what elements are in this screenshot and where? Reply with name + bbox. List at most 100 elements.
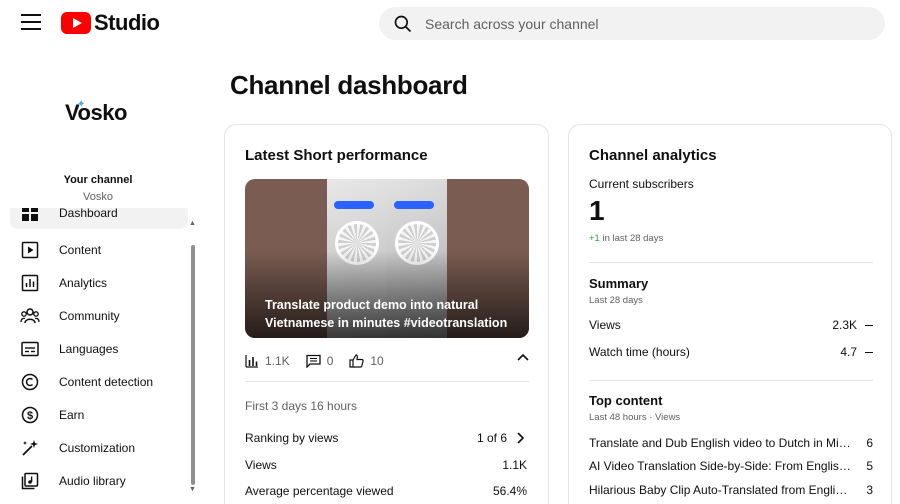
logo-text: Studio: [94, 10, 160, 35]
summary-title: Summary: [589, 276, 649, 291]
likes-stat: 10: [349, 354, 384, 368]
sidebar-item-label: Analytics: [59, 275, 108, 290]
thumbs-up-icon: [349, 354, 365, 368]
content-icon: [20, 240, 40, 260]
subtitles-icon: [20, 339, 40, 359]
views-count: 1.1K: [265, 354, 290, 368]
summary-label: Views: [589, 318, 621, 332]
chevron-right-icon: [517, 432, 525, 444]
sidebar-item-label: Content detection: [59, 374, 154, 389]
scrollbar-thumb[interactable]: [191, 245, 195, 485]
dashboard-icon: [20, 208, 40, 223]
top-content-title: Translate and Dub English video to Dutch…: [589, 436, 853, 450]
your-channel-label: Your channel: [63, 174, 133, 186]
short-stats: 1.1K 0 10: [245, 351, 529, 371]
menu-icon[interactable]: [21, 14, 41, 30]
sidebar-item-label: Languages: [59, 341, 119, 356]
channel-logo: ✦ Vosko: [65, 99, 127, 125]
dollar-icon: $: [20, 405, 40, 425]
subscribers-label: Current subscribers: [589, 177, 694, 191]
search-icon[interactable]: [393, 14, 413, 34]
views-row: Views 1.1K: [245, 458, 527, 472]
sidebar-item-customization[interactable]: Customization: [10, 431, 188, 464]
svg-text:$: $: [27, 410, 33, 422]
thumbnail-caption: Translate product demo into natural Viet…: [265, 298, 508, 330]
sidebar-item-label: Content: [59, 242, 102, 257]
sidebar-item-languages[interactable]: Languages: [10, 332, 188, 365]
comments-count: 0: [326, 354, 334, 368]
period-label: First 3 days 16 hours: [245, 399, 358, 413]
subscribers-value: 1: [589, 195, 605, 226]
community-icon: [20, 306, 40, 326]
card-title: Latest Short performance: [245, 147, 428, 164]
divider: [589, 380, 873, 381]
youtube-logo-icon: [61, 12, 91, 34]
short-thumbnail[interactable]: Translate product demo into natural Viet…: [245, 179, 529, 338]
sidebar-item-community[interactable]: Community: [10, 299, 188, 332]
avg-percentage-value: 56.4%: [492, 484, 527, 498]
sidebar: ✦ Vosko Your channel Vosko Dashboard Cont…: [0, 46, 200, 504]
top-content-title: Hilarious Baby Clip Auto-Translated from…: [589, 483, 853, 497]
channel-analytics-card: Channel analytics Current subscribers 1 …: [568, 124, 892, 504]
sidebar-scrollbar[interactable]: ▲ ▼: [189, 220, 197, 498]
sidebar-item-label: Dashboard: [59, 208, 118, 220]
subscribers-delta: +1 in last 28 days: [589, 233, 664, 244]
studio-logo[interactable]: Studio: [61, 10, 160, 36]
trend-neutral-icon: [865, 351, 873, 353]
top-content-period: Last 48 hours · Views: [589, 412, 681, 423]
divider: [589, 262, 873, 263]
analytics-icon: [20, 273, 40, 293]
sidebar-item-label: Earn: [59, 407, 85, 422]
sidebar-item-audio-library[interactable]: Audio library: [10, 464, 188, 497]
sidebar-item-label: Audio library: [59, 473, 126, 488]
channel-name: Vosko: [83, 191, 113, 203]
summary-period: Last 28 days: [589, 295, 643, 306]
sidebar-item-earn[interactable]: $ Earn: [10, 398, 188, 431]
top-content-views: 3: [866, 483, 873, 497]
summary-label: Watch time (hours): [589, 345, 690, 359]
search-bar[interactable]: [379, 7, 885, 40]
page-title: Channel dashboard: [230, 70, 468, 100]
summary-row-views: Views 2.3K: [589, 318, 873, 332]
sidebar-item-content-detection[interactable]: Content detection: [10, 365, 188, 398]
chevron-up-icon[interactable]: [517, 353, 529, 361]
latest-short-card: Latest Short performance Translate produ…: [224, 124, 549, 504]
sidebar-item-label: Customization: [59, 440, 136, 455]
copyright-icon: [20, 372, 40, 392]
ranking-value: 1 of 6: [477, 431, 527, 445]
ranking-label: Ranking by views: [245, 431, 339, 445]
top-content-views: 6: [866, 436, 873, 450]
views-stat: 1.1K: [245, 354, 290, 368]
sidebar-item-dashboard[interactable]: Dashboard: [10, 208, 188, 229]
likes-count: 10: [370, 354, 384, 368]
sidebar-item-analytics[interactable]: Analytics: [10, 266, 188, 299]
avg-percentage-row: Average percentage viewed 56.4%: [245, 484, 527, 498]
top-content-item[interactable]: AI Video Translation Side-by-Side: From …: [589, 459, 873, 473]
sidebar-item-content[interactable]: Content: [10, 233, 188, 266]
sidebar-nav: Dashboard Content Analytics Community La…: [10, 208, 188, 504]
summary-value: 4.7: [840, 345, 873, 359]
trend-neutral-icon: [865, 324, 873, 326]
summary-value: 2.3K: [832, 318, 873, 332]
magic-wand-icon: [20, 438, 40, 458]
audio-library-icon: [20, 471, 40, 491]
sidebar-item-label: Community: [59, 308, 120, 323]
scroll-down-icon[interactable]: ▼: [189, 486, 196, 493]
top-content-title: AI Video Translation Side-by-Side: From …: [589, 459, 853, 473]
search-input[interactable]: [425, 15, 845, 32]
comments-stat: 0: [306, 354, 334, 368]
top-content-title: Top content: [589, 393, 663, 408]
views-value: 1.1K: [502, 458, 527, 472]
top-content-item[interactable]: Hilarious Baby Clip Auto-Translated from…: [589, 483, 873, 497]
views-label: Views: [245, 458, 277, 472]
ranking-row[interactable]: Ranking by views 1 of 6: [245, 431, 527, 445]
bar-chart-icon: [245, 355, 258, 368]
avg-percentage-label: Average percentage viewed: [245, 484, 394, 498]
divider: [245, 381, 529, 382]
scroll-up-icon[interactable]: ▲: [189, 220, 196, 227]
summary-row-watch-time: Watch time (hours) 4.7: [589, 345, 873, 359]
card-title: Channel analytics: [589, 147, 717, 164]
top-bar: Studio: [0, 0, 900, 46]
top-content-views: 5: [866, 459, 873, 473]
top-content-item[interactable]: Translate and Dub English video to Dutch…: [589, 436, 873, 450]
